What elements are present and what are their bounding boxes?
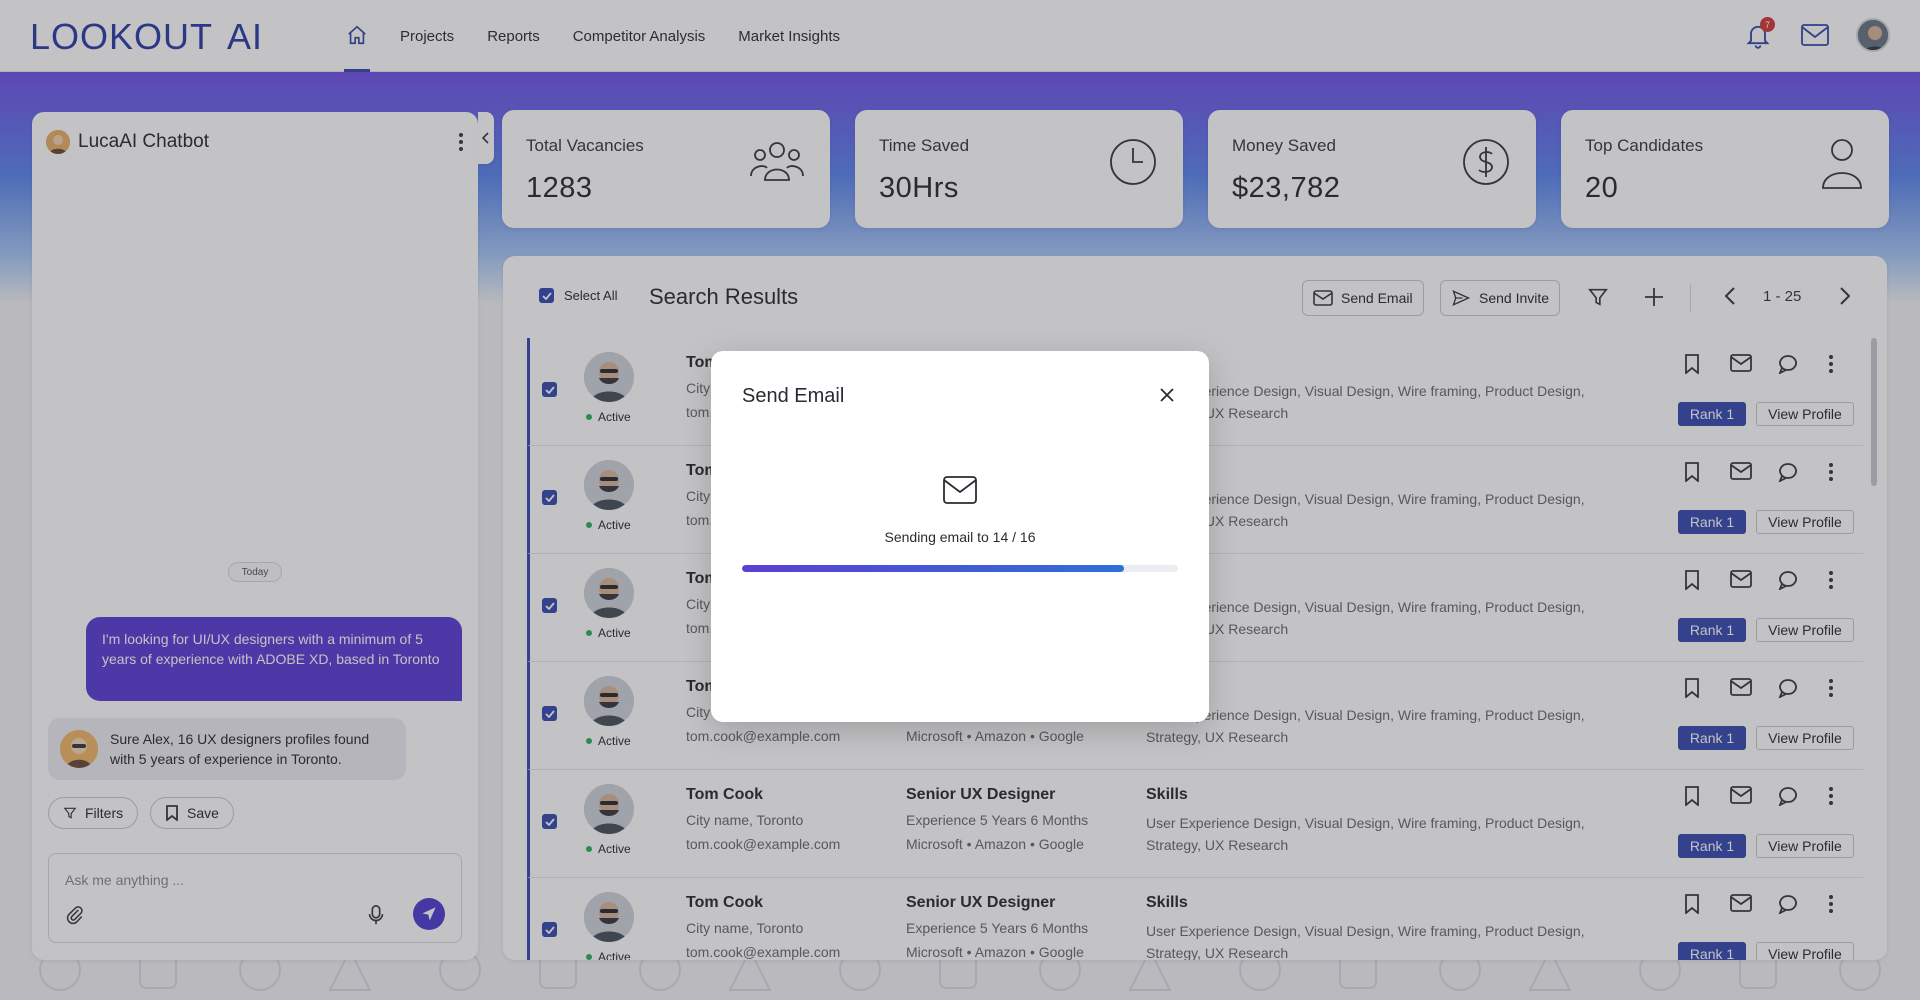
progress-fill <box>742 565 1124 572</box>
progress-track <box>742 565 1178 572</box>
close-icon[interactable] <box>1157 385 1177 405</box>
progress-text: Sending email to 14 / 16 <box>884 529 1036 545</box>
send-email-modal: Send Email Sending email to 14 / 16 <box>711 351 1209 722</box>
envelope-icon <box>943 476 977 504</box>
modal-title: Send Email <box>742 385 845 407</box>
